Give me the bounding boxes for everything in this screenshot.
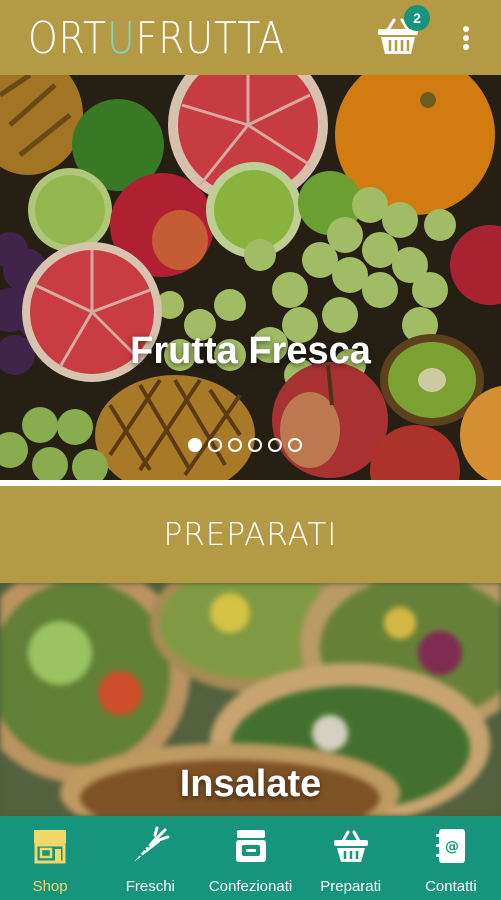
nav-item-label: Freschi: [125, 878, 175, 895]
app-header: ORT U FRUTTA 2: [0, 0, 501, 75]
logo-text-start: ORT: [28, 12, 108, 64]
contacts-icon: @: [435, 829, 465, 863]
nav-item-label: Shop: [32, 878, 68, 895]
overflow-menu-button[interactable]: [452, 20, 480, 54]
fruit-image: [0, 75, 501, 480]
nav-item-freschi[interactable]: Freschi: [100, 816, 200, 900]
nav-item-shop[interactable]: Shop: [0, 816, 100, 900]
carrot-icon: [134, 826, 170, 862]
nav-item-label: Contatti: [425, 878, 477, 895]
cart-count-badge: 2: [404, 5, 430, 31]
nav-item-label: Confezionati: [208, 878, 293, 895]
hero-title: Frutta Fresca: [130, 330, 371, 372]
shop-icon: [34, 830, 67, 864]
logo-text-end: FRUTTA: [135, 12, 286, 64]
jar-icon: [235, 830, 266, 862]
carousel-dot[interactable]: [288, 438, 302, 452]
nav-item-contatti[interactable]: @ Contatti: [401, 816, 501, 900]
section-header-label: PREPARATI: [163, 516, 338, 553]
hero-carousel[interactable]: Frutta Fresca: [0, 75, 501, 480]
carousel-dot[interactable]: [188, 438, 202, 452]
category-title: Insalate: [179, 763, 322, 805]
logo-text-accent: U: [107, 12, 136, 64]
nav-item-preparati[interactable]: Preparati: [301, 816, 401, 900]
carousel-indicators: [188, 438, 302, 452]
basket-icon: [333, 830, 368, 862]
app-logo[interactable]: ORT U FRUTTA: [28, 8, 285, 68]
carousel-dot[interactable]: [208, 438, 222, 452]
category-card-insalate[interactable]: Insalate: [0, 583, 501, 816]
more-vertical-icon: [463, 26, 469, 50]
carousel-dot[interactable]: [248, 438, 262, 452]
bottom-navigation: Shop Freschi Confezionati Preparati @ Co…: [0, 816, 501, 900]
nav-item-label: Preparati: [320, 878, 382, 895]
nav-item-confezionati[interactable]: Confezionati: [200, 816, 300, 900]
section-header-preparati[interactable]: PREPARATI: [0, 486, 501, 583]
carousel-dot[interactable]: [268, 438, 282, 452]
svg-text:@: @: [445, 839, 459, 855]
carousel-dot[interactable]: [228, 438, 242, 452]
